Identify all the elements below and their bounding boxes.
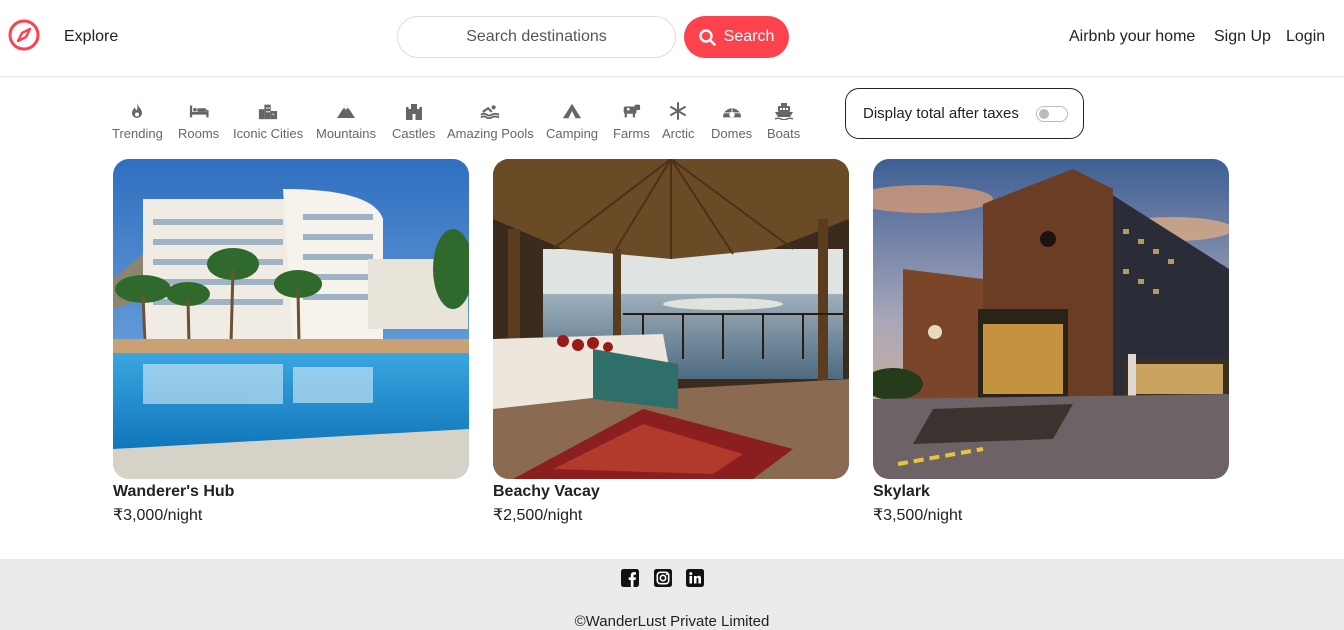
nav-signup-link[interactable]: Sign Up (1214, 28, 1271, 46)
filter-mountains[interactable]: Mountains (316, 101, 376, 141)
facebook-icon[interactable] (621, 569, 639, 587)
search-icon (698, 28, 716, 46)
nav-host-link[interactable]: Airbnb your home (1069, 28, 1195, 46)
filter-label: Arctic (662, 126, 695, 141)
filter-amazing-pools[interactable]: Amazing Pools (447, 101, 534, 141)
filter-rooms[interactable]: Rooms (178, 101, 219, 141)
instagram-icon[interactable] (654, 569, 672, 587)
filter-label: Trending (112, 126, 163, 141)
bed-icon (189, 101, 209, 121)
nav-login-link[interactable]: Login (1286, 28, 1325, 46)
city-icon (258, 101, 278, 121)
filter-farms[interactable]: Farms (613, 101, 650, 141)
linkedin-icon[interactable] (686, 569, 704, 587)
snowflake-icon (668, 101, 688, 121)
filter-castles[interactable]: Castles (392, 101, 435, 141)
listing-price: ₹3,000/night (113, 507, 203, 524)
search-button-label: Search (723, 28, 775, 45)
search-input[interactable] (397, 16, 676, 58)
filter-label: Amazing Pools (447, 126, 534, 141)
filter-domes[interactable]: Domes (711, 101, 752, 141)
filter-label: Rooms (178, 126, 220, 141)
filter-label: Mountains (316, 126, 376, 141)
filter-label: Camping (546, 126, 599, 141)
nav-explore-link[interactable]: Explore (64, 28, 118, 46)
fire-icon (127, 101, 147, 121)
filter-trending[interactable]: Trending (112, 101, 163, 141)
tent-icon (562, 101, 582, 121)
filter-camping[interactable]: Camping (546, 101, 598, 141)
filter-label: Castles (392, 126, 436, 141)
listing-price: ₹3,500/night (873, 507, 963, 524)
filter-label: Iconic Cities (233, 126, 304, 141)
filter-label: Farms (613, 126, 650, 141)
navbar: Explore Search Airbnb your home Sign Up … (0, 0, 1344, 77)
castle-icon (404, 101, 424, 121)
tax-toggle[interactable]: Display total after taxes (845, 88, 1084, 139)
filter-label: Domes (711, 126, 753, 141)
filter-arctic[interactable]: Arctic (662, 101, 695, 141)
listing-title[interactable]: Wanderer's Hub (113, 483, 469, 501)
listing-card[interactable]: Skylark ₹3,500/night (873, 159, 1229, 525)
listing-price: ₹2,500/night (493, 507, 583, 524)
search-button[interactable]: Search (684, 16, 789, 58)
filter-iconic-cities[interactable]: Iconic Cities (233, 101, 303, 141)
footer-copyright: ©WanderLust Private Limited (574, 613, 770, 630)
listing-image[interactable] (493, 159, 849, 479)
igloo-icon (722, 101, 742, 121)
listing-title[interactable]: Beachy Vacay (493, 483, 849, 501)
listing-title[interactable]: Skylark (873, 483, 1229, 501)
filter-label: Boats (767, 126, 801, 141)
listing-card[interactable]: Beachy Vacay ₹2,500/night (493, 159, 849, 525)
ferry-icon (774, 101, 794, 121)
footer: ©WanderLust Private Limited (0, 559, 1344, 630)
tax-switch[interactable] (1036, 106, 1068, 122)
listing-image[interactable] (873, 159, 1229, 479)
swimmer-icon (480, 101, 500, 121)
compass-icon[interactable] (8, 19, 40, 51)
listing-image[interactable] (113, 159, 469, 479)
mountain-icon (336, 101, 356, 121)
listing-card[interactable]: Wanderer's Hub ₹3,000/night (113, 159, 469, 525)
filter-boats[interactable]: Boats (767, 101, 800, 141)
cow-icon (621, 101, 641, 121)
tax-toggle-label: Display total after taxes (863, 105, 1019, 122)
